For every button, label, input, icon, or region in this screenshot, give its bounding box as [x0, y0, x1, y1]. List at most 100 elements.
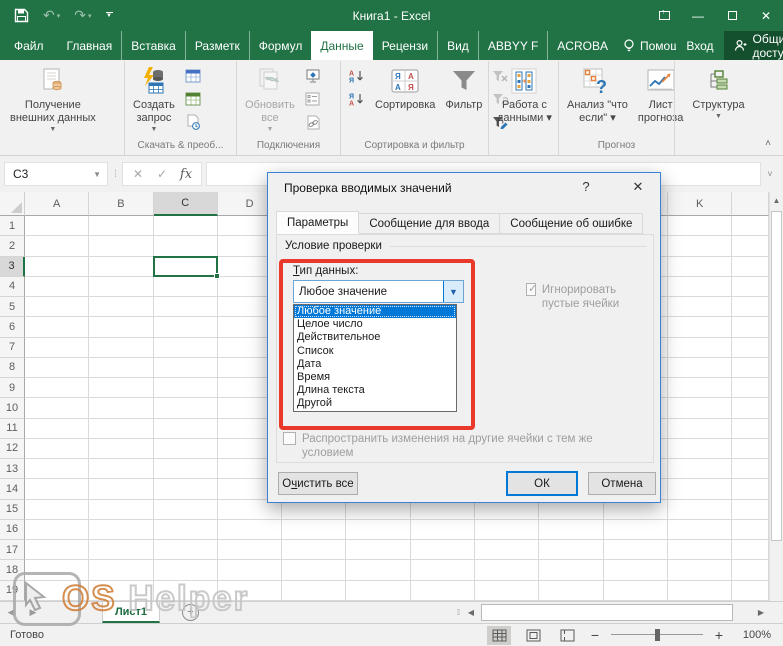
undo-caret-icon[interactable]: ▾ — [57, 12, 61, 20]
row-header-8[interactable]: 8 — [0, 358, 25, 378]
grid-cell[interactable] — [89, 236, 153, 256]
grid-cell[interactable] — [604, 540, 668, 560]
row-header-12[interactable]: 12 — [0, 439, 25, 459]
dialog-help-icon[interactable]: ? — [576, 179, 596, 194]
show-queries-icon[interactable] — [182, 66, 204, 86]
column-header-C[interactable]: C — [154, 192, 218, 216]
name-box-caret-icon[interactable]: ▼ — [93, 170, 107, 179]
grid-cell[interactable] — [25, 277, 89, 297]
zoom-slider[interactable] — [611, 628, 703, 642]
grid-cell[interactable] — [25, 479, 89, 499]
ribbon-display-options-icon[interactable] — [647, 0, 681, 31]
dialog-tab-settings[interactable]: Параметры — [276, 211, 359, 234]
grid-cell[interactable] — [668, 520, 732, 540]
grid-cell[interactable] — [218, 581, 282, 601]
grid-cell[interactable] — [668, 338, 732, 358]
column-header-B[interactable]: B — [89, 192, 153, 216]
tab-help[interactable]: Помощь — [617, 31, 676, 60]
add-sheet-icon[interactable]: + — [182, 604, 199, 621]
grid-cell[interactable] — [732, 236, 769, 256]
grid-cell[interactable] — [732, 500, 769, 520]
grid-cell[interactable] — [732, 560, 769, 580]
share-button[interactable]: Общий доступ — [724, 31, 783, 60]
grid-cell[interactable] — [668, 358, 732, 378]
grid-cell[interactable] — [539, 520, 603, 540]
grid-cell[interactable] — [154, 378, 218, 398]
grid-cell[interactable] — [411, 540, 475, 560]
grid-cell[interactable] — [25, 520, 89, 540]
horizontal-scroll-splitter[interactable]: ⁞⁞ — [453, 602, 463, 623]
grid-cell[interactable] — [668, 419, 732, 439]
grid-cell[interactable] — [89, 378, 153, 398]
cancel-entry-icon[interactable]: ✕ — [127, 167, 149, 181]
grid-cell[interactable] — [154, 540, 218, 560]
sort-ascending-icon[interactable]: АЯ — [346, 66, 368, 86]
grid-cell[interactable] — [668, 581, 732, 601]
sort-descending-icon[interactable]: ЯА — [346, 89, 368, 109]
row-header-1[interactable]: 1 — [0, 216, 25, 236]
tab-view[interactable]: Вид — [437, 31, 478, 60]
list-item-decimal[interactable]: Действительное — [294, 331, 456, 344]
grid-cell[interactable] — [732, 338, 769, 358]
what-if-button[interactable]: ? Анализ "что если" ▾ — [562, 62, 633, 125]
row-header-17[interactable]: 17 — [0, 540, 25, 560]
grid-cell[interactable] — [732, 378, 769, 398]
tab-insert[interactable]: Вставка — [121, 31, 185, 60]
grid-cell[interactable] — [89, 358, 153, 378]
grid-cell[interactable] — [218, 540, 282, 560]
grid-cell[interactable] — [89, 338, 153, 358]
grid-cell[interactable] — [539, 540, 603, 560]
grid-cell[interactable] — [154, 277, 218, 297]
row-header-9[interactable]: 9 — [0, 378, 25, 398]
horizontal-scroll-thumb[interactable] — [481, 604, 733, 621]
column-header-partial[interactable] — [732, 192, 769, 216]
grid-cell[interactable] — [411, 520, 475, 540]
recent-sources-icon[interactable] — [182, 112, 204, 132]
grid-cell[interactable] — [668, 560, 732, 580]
row-header-3[interactable]: 3 — [0, 257, 25, 277]
grid-cell[interactable] — [475, 520, 539, 540]
grid-cell[interactable] — [411, 581, 475, 601]
formula-bar-splitter[interactable]: ⁞ — [108, 169, 122, 180]
grid-cell[interactable] — [539, 581, 603, 601]
list-item-custom[interactable]: Другой — [294, 397, 456, 410]
scroll-up-icon[interactable]: ▲ — [770, 192, 783, 209]
grid-cell[interactable] — [89, 581, 153, 601]
vertical-scroll-thumb[interactable] — [771, 211, 782, 541]
row-header-18[interactable]: 18 — [0, 560, 25, 580]
from-table-icon[interactable] — [182, 89, 204, 109]
grid-cell[interactable] — [89, 277, 153, 297]
grid-cell[interactable] — [475, 560, 539, 580]
grid-cell[interactable] — [732, 257, 769, 277]
horizontal-scroll-track[interactable] — [479, 602, 753, 623]
sheet-tab-active[interactable]: Лист1 — [102, 602, 160, 623]
tab-formulas[interactable]: Формул — [249, 31, 312, 60]
grid-cell[interactable] — [154, 317, 218, 337]
row-header-10[interactable]: 10 — [0, 398, 25, 418]
grid-cell[interactable] — [668, 297, 732, 317]
grid-cell[interactable] — [154, 581, 218, 601]
clear-all-button[interactable]: Очистить все — [278, 472, 358, 495]
grid-cell[interactable] — [475, 540, 539, 560]
tab-acrobat[interactable]: ACROBA — [547, 31, 617, 60]
grid-cell[interactable] — [25, 459, 89, 479]
grid-cell[interactable] — [154, 500, 218, 520]
list-item-text-length[interactable]: Длина текста — [294, 384, 456, 397]
grid-cell[interactable] — [89, 257, 153, 277]
collapse-ribbon-icon[interactable]: ˄ — [765, 138, 771, 149]
scroll-right-icon[interactable]: ▶ — [753, 602, 769, 623]
grid-cell[interactable] — [154, 338, 218, 358]
refresh-all-button[interactable]: Обновить все ▼ — [240, 62, 300, 133]
grid-cell[interactable] — [539, 560, 603, 580]
selected-cell-C3[interactable] — [153, 256, 218, 277]
fill-handle[interactable] — [214, 273, 220, 279]
grid-cell[interactable] — [218, 560, 282, 580]
grid-cell[interactable] — [89, 500, 153, 520]
confirm-entry-icon[interactable]: ✓ — [151, 167, 173, 181]
list-item-any-value[interactable]: Любое значение — [294, 305, 456, 318]
grid-cell[interactable] — [732, 317, 769, 337]
maximize-icon[interactable] — [715, 0, 749, 31]
dialog-tab-error-alert[interactable]: Сообщение об ошибке — [499, 213, 643, 234]
grid-cell[interactable] — [282, 520, 346, 540]
grid-cell[interactable] — [25, 297, 89, 317]
